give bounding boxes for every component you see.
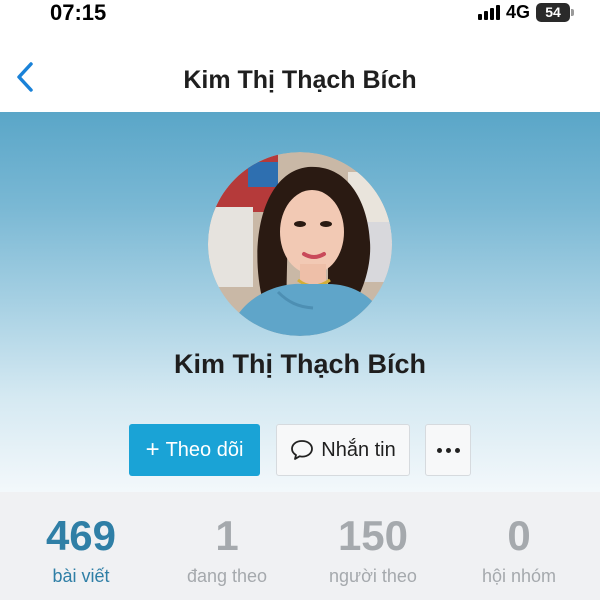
- profile-actions: + Theo dõi Nhắn tin: [0, 424, 600, 476]
- page-title: Kim Thị Thạch Bích: [183, 66, 417, 94]
- profile-name: Kim Thị Thạch Bích: [173, 349, 427, 379]
- status-time: 07:15: [50, 0, 107, 25]
- signal-icon: [477, 4, 500, 20]
- stat-posts[interactable]: 469 bài viết: [8, 492, 154, 600]
- nav-header: Kim Thị Thạch Bích: [0, 30, 600, 112]
- stat-label: bài viết: [52, 566, 110, 586]
- stat-followers[interactable]: 150 người theo: [300, 492, 446, 600]
- stat-value: 469: [45, 512, 117, 559]
- message-button[interactable]: Nhắn tin: [276, 424, 410, 476]
- profile-photo: [208, 152, 392, 336]
- network-type: 4G: [505, 1, 530, 22]
- stats-bar: 469 bài viết 1 đang theo 150 người theo …: [0, 492, 600, 600]
- battery-level: 54: [545, 4, 561, 20]
- stat-label: đang theo: [186, 566, 268, 586]
- status-indicators: 4G 54: [477, 1, 574, 22]
- stat-label: người theo: [329, 566, 417, 586]
- more-options-button[interactable]: [425, 424, 471, 476]
- avatar[interactable]: [208, 152, 392, 336]
- stat-value: 1: [215, 512, 239, 559]
- stat-value: 0: [507, 512, 531, 559]
- stat-label: hội nhóm: [481, 566, 557, 586]
- chat-bubble-icon: [291, 440, 314, 460]
- plus-icon: +: [145, 436, 160, 463]
- stat-following[interactable]: 1 đang theo: [154, 492, 300, 600]
- battery-icon: 54: [536, 2, 574, 22]
- message-label: Nhắn tin: [321, 438, 396, 461]
- more-dots-icon: [436, 447, 460, 453]
- follow-button[interactable]: + Theo dõi: [129, 424, 260, 476]
- status-bar: 07:15 4G 54: [0, 0, 600, 30]
- stat-value: 150: [337, 512, 409, 559]
- stat-groups[interactable]: 0 hội nhóm: [446, 492, 592, 600]
- follow-label: Theo dõi: [165, 438, 244, 461]
